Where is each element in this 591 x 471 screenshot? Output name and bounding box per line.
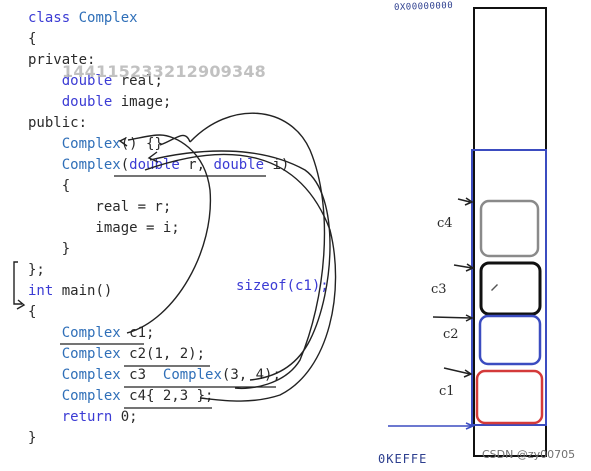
bottom-address: 0KEFFE [378, 452, 428, 466]
object-c2-box [478, 314, 542, 366]
label-c1: c1 [439, 384, 455, 399]
annotation-overlay [13, 7, 547, 457]
label-c4: c4 [437, 216, 453, 231]
top-address: 0X00000000 [393, 0, 454, 14]
label-c2: c2 [443, 327, 459, 342]
memory-frame [473, 7, 547, 457]
csdn-watermark: CSDN @zy00705 [482, 448, 576, 461]
object-c1-box [475, 369, 544, 425]
object-c4-box [479, 199, 540, 258]
object-c3-box [479, 261, 542, 316]
label-c3: c3 [431, 282, 447, 297]
pencil-mark [491, 284, 498, 291]
stack-region [471, 149, 547, 426]
